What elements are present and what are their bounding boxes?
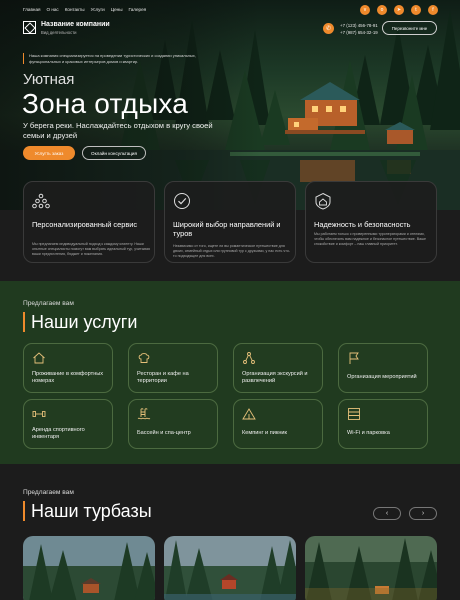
base-card-image[interactable]	[23, 536, 155, 600]
feature-card: Надежность и безопасность Мы работаем то…	[305, 181, 437, 263]
service-card[interactable]: Ресторан и кафе на территории	[128, 343, 218, 393]
social-links: v o ➤ t f	[360, 5, 438, 15]
service-card[interactable]: Аренда спортивного инвентаря	[23, 399, 113, 449]
nav-item-home[interactable]: Главная	[23, 7, 40, 12]
services-section: Предлагаем вам Наши услуги Проживание в …	[0, 281, 460, 464]
service-card[interactable]: Организация мероприятий	[338, 343, 428, 393]
flag-icon	[349, 352, 359, 364]
feature-card: Широкий выбор направлений и туров Незави…	[164, 181, 296, 263]
service-label: Кемпинг и пикник	[242, 430, 287, 436]
nav-item-about[interactable]: О нас	[46, 7, 58, 12]
service-label: Ресторан и кафе на территории	[137, 371, 189, 384]
route-icon	[243, 352, 255, 364]
service-card[interactable]: Бассейн и спа-центр	[128, 399, 218, 449]
tent-icon	[242, 408, 256, 420]
bases-kicker: Предлагаем вам	[23, 489, 74, 496]
check-circle-icon	[174, 193, 190, 209]
feature-title: Надежность и безопасность	[314, 220, 411, 229]
vk-icon[interactable]: v	[360, 5, 370, 15]
hero-note: Наша компания специализируется на провед…	[23, 53, 198, 64]
phone-numbers: +7 (123) 456-78-91 +7 (987) 654-32-19	[340, 22, 378, 36]
people-pyramid-icon	[32, 193, 50, 209]
service-label: Организация мероприятий	[347, 374, 417, 380]
carousel-prev-button[interactable]: ‹	[373, 507, 401, 520]
base-photo-3	[305, 536, 437, 600]
nav-item-gallery[interactable]: Галерея	[129, 7, 147, 12]
wifi-parking-icon	[348, 408, 360, 420]
facebook-icon[interactable]: f	[428, 5, 438, 15]
service-label: Wi-Fi и парковка	[347, 430, 390, 436]
company-subtitle: Вид деятельности	[41, 30, 77, 35]
services-kicker: Предлагаем вам	[23, 300, 74, 307]
feature-title: Широкий выбор направлений и туров	[173, 220, 281, 238]
service-label: Организация экскурсий и развлечений	[242, 371, 308, 384]
bases-section: Предлагаем вам Наши турбазы ‹ ›	[0, 464, 460, 600]
dumbbell-icon	[32, 411, 46, 417]
chef-hat-icon	[138, 353, 150, 363]
order-button[interactable]: Услугть заказ	[23, 146, 75, 160]
bases-title: Наши турбазы	[23, 501, 152, 521]
nav-item-services[interactable]: Услуги	[91, 7, 105, 12]
consult-button[interactable]: Оклайн консультация	[82, 146, 146, 160]
nav-item-prices[interactable]: Цены	[111, 7, 123, 12]
base-card-image[interactable]	[164, 536, 296, 600]
phone-1[interactable]: +7 (123) 456-78-91	[340, 22, 378, 29]
house-icon	[33, 352, 45, 364]
service-label: Проживание в комфортных номерах	[32, 371, 104, 384]
base-photo-1	[23, 536, 155, 600]
twitter-icon[interactable]: t	[411, 5, 421, 15]
service-card[interactable]: Проживание в комфортных номерах	[23, 343, 113, 393]
service-card[interactable]: Организация экскурсий и развлечений	[233, 343, 323, 393]
feature-title: Персонализированный сервис	[32, 220, 138, 229]
nav-item-contacts[interactable]: Контакты	[65, 7, 85, 12]
services-title: Наши услуги	[23, 312, 137, 332]
phone-2[interactable]: +7 (987) 654-32-19	[340, 29, 378, 36]
service-label: Аренда спортивного инвентаря	[32, 427, 85, 440]
shield-house-icon	[315, 192, 331, 210]
ok-icon[interactable]: o	[377, 5, 387, 15]
carousel-next-button[interactable]: ›	[409, 507, 437, 520]
pool-icon	[137, 408, 151, 420]
features-section: Персонализированный сервис Мы предлагаем…	[0, 174, 460, 286]
logo-icon[interactable]	[23, 21, 36, 34]
feature-description: Мы предлагаем индивидуальный подход к ка…	[32, 242, 150, 256]
top-nav: Главная О нас Контакты Услуги Цены Галер…	[23, 7, 146, 12]
company-name: Название компании	[41, 21, 110, 28]
service-card[interactable]: Кемпинг и пикник	[233, 399, 323, 449]
callback-button[interactable]: Перезвоните мне	[382, 21, 437, 35]
base-photo-2	[164, 536, 296, 600]
service-card[interactable]: Wi-Fi и парковка	[338, 399, 428, 449]
feature-description: Независимо от того, ищете ли вы романтич…	[173, 244, 291, 258]
phone-icon: ✆	[323, 23, 334, 34]
feature-card: Персонализированный сервис Мы предлагаем…	[23, 181, 155, 263]
telegram-icon[interactable]: ➤	[394, 5, 404, 15]
base-card-image[interactable]	[305, 536, 437, 600]
service-label: Бассейн и спа-центр	[137, 430, 191, 436]
hero-kicker: Уютная	[23, 71, 75, 88]
hero-title: Зона отдыха	[22, 88, 189, 119]
site-header: Название компании Вид деятельности ✆ +7 …	[0, 18, 460, 43]
feature-description: Мы работаем только с проверенными туропе…	[314, 232, 427, 246]
hero-description: У берега реки. Наслаждайтесь отдыхом в к…	[23, 121, 213, 140]
